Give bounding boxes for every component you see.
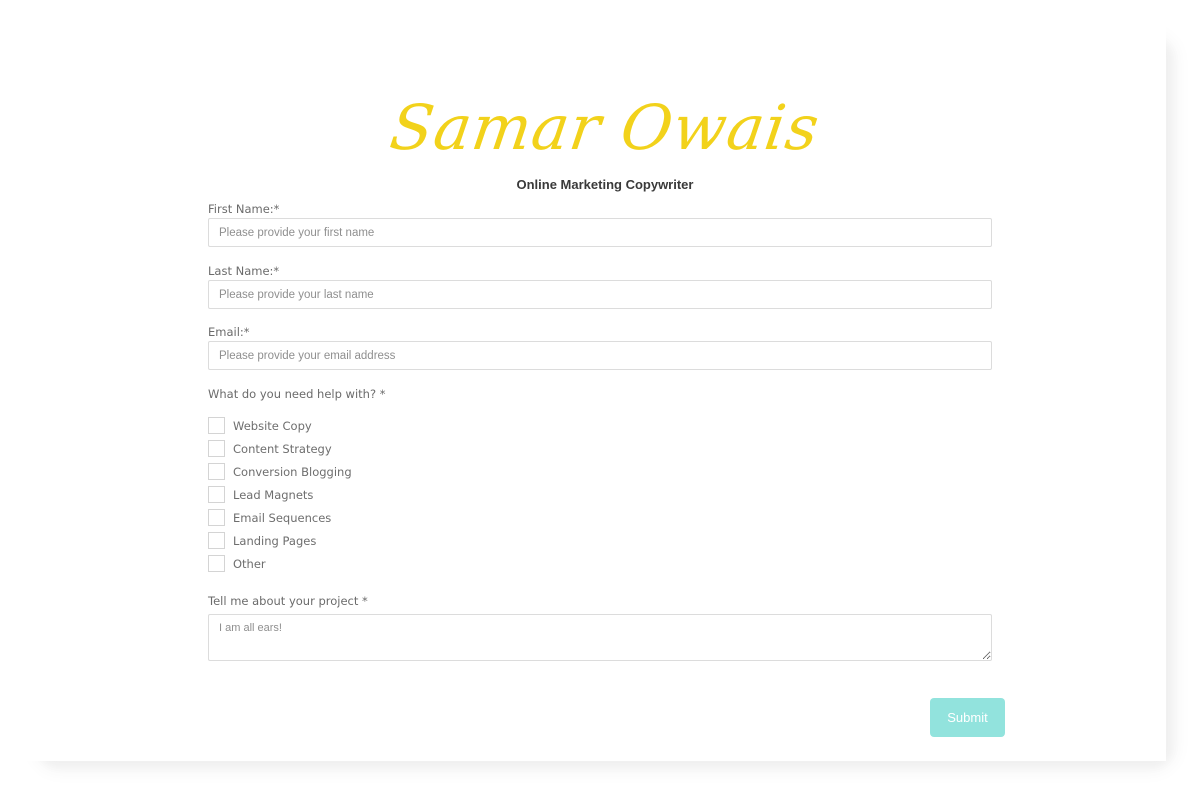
- project-textarea[interactable]: [208, 614, 992, 661]
- submit-button[interactable]: Submit: [930, 698, 1005, 737]
- checkbox-label: Landing Pages: [233, 533, 317, 548]
- checkbox[interactable]: [208, 440, 225, 457]
- contact-form-card: Samar Owais Online Marketing Copywriter …: [0, 0, 1166, 761]
- option-other[interactable]: Other: [208, 552, 352, 575]
- project-label: Tell me about your project *: [208, 594, 368, 608]
- option-content-strategy[interactable]: Content Strategy: [208, 437, 352, 460]
- checkbox[interactable]: [208, 463, 225, 480]
- option-landing-pages[interactable]: Landing Pages: [208, 529, 352, 552]
- email-label: Email:*: [208, 325, 250, 339]
- first-name-input[interactable]: [208, 218, 992, 247]
- first-name-label: First Name:*: [208, 202, 280, 216]
- last-name-field: Last Name:*: [208, 262, 992, 309]
- help-label: What do you need help with? *: [208, 387, 386, 401]
- logo: Samar Owais: [380, 78, 830, 178]
- checkbox[interactable]: [208, 509, 225, 526]
- checkbox[interactable]: [208, 532, 225, 549]
- option-lead-magnets[interactable]: Lead Magnets: [208, 483, 352, 506]
- option-website-copy[interactable]: Website Copy: [208, 414, 352, 437]
- logo-text: Samar Owais: [385, 91, 825, 164]
- checkbox-label: Email Sequences: [233, 510, 332, 525]
- email-field: Email:*: [208, 323, 992, 370]
- checkbox-label: Content Strategy: [233, 441, 332, 456]
- first-name-field: First Name:*: [208, 200, 992, 247]
- option-conversion-blogging[interactable]: Conversion Blogging: [208, 460, 352, 483]
- tagline: Online Marketing Copywriter: [516, 177, 694, 192]
- email-input[interactable]: [208, 341, 992, 370]
- checkbox-label: Conversion Blogging: [233, 464, 352, 479]
- option-email-sequences[interactable]: Email Sequences: [208, 506, 352, 529]
- last-name-label: Last Name:*: [208, 264, 280, 278]
- checkbox-label: Website Copy: [233, 418, 312, 433]
- help-options: Website Copy Content Strategy Conversion…: [208, 414, 352, 575]
- checkbox[interactable]: [208, 486, 225, 503]
- checkbox-label: Other: [233, 556, 266, 571]
- checkbox[interactable]: [208, 417, 225, 434]
- checkbox[interactable]: [208, 555, 225, 572]
- last-name-input[interactable]: [208, 280, 992, 309]
- checkbox-label: Lead Magnets: [233, 487, 314, 502]
